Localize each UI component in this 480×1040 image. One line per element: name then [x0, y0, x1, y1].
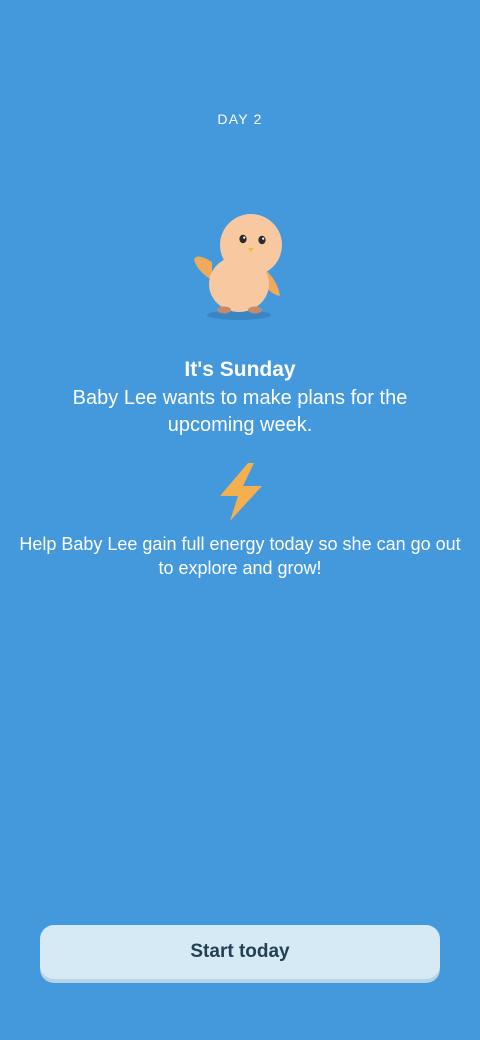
day-label: DAY 2 [217, 111, 263, 127]
baby-bird-mascot-icon [186, 210, 296, 326]
subheadline: Baby Lee wants to make plans for the upc… [72, 387, 408, 436]
headline: It's Sunday [184, 358, 296, 381]
energy-description: Help Baby Lee gain full energy today so … [19, 534, 461, 578]
start-today-button[interactable]: Start today [40, 925, 440, 979]
daily-intro-screen: DAY 2 It's Sunday Baby Lee wants to make… [0, 0, 480, 1040]
lightning-bolt-icon [210, 460, 270, 524]
